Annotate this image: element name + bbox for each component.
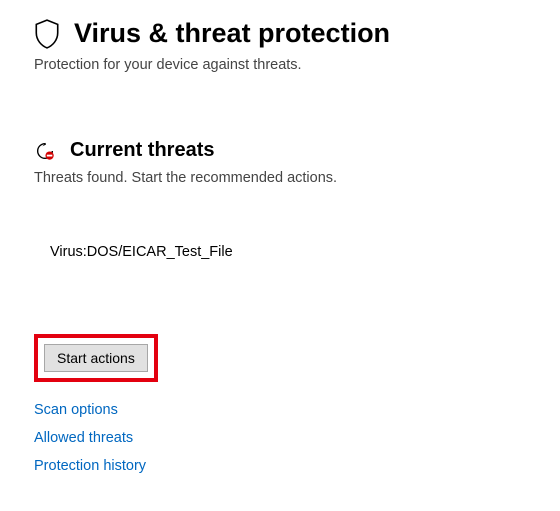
scan-options-link[interactable]: Scan options <box>34 402 526 418</box>
highlight-box: Start actions <box>34 334 158 382</box>
page-title: Virus & threat protection <box>74 18 390 49</box>
page-header: Virus & threat protection <box>34 18 526 49</box>
page-subtitle: Protection for your device against threa… <box>34 57 526 73</box>
section-title: Current threats <box>70 139 214 162</box>
protection-history-link[interactable]: Protection history <box>34 458 526 474</box>
start-actions-button[interactable]: Start actions <box>44 344 148 372</box>
allowed-threats-link[interactable]: Allowed threats <box>34 430 526 446</box>
shield-icon <box>34 19 60 49</box>
threat-item: Virus:DOS/EICAR_Test_File <box>34 244 526 260</box>
threats-icon <box>34 140 56 162</box>
section-subtitle: Threats found. Start the recommended act… <box>34 170 526 186</box>
current-threats-header: Current threats <box>34 139 526 162</box>
